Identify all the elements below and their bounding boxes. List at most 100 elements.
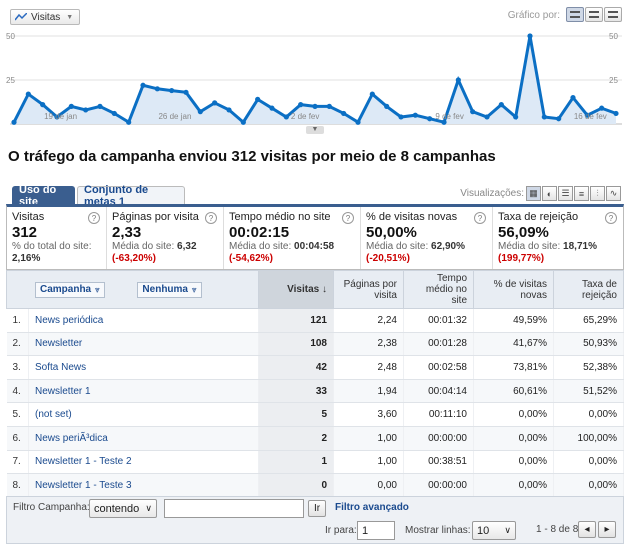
chart-point[interactable] xyxy=(312,103,318,109)
chart-point[interactable] xyxy=(398,114,404,120)
chart-point[interactable] xyxy=(455,77,461,83)
summary-metrics: Visitas 312 % do total do site: 2,16% ? … xyxy=(6,204,624,270)
chart-point[interactable] xyxy=(255,96,261,102)
campaign-link[interactable]: News periódica xyxy=(28,308,259,333)
chart-point[interactable] xyxy=(83,107,89,113)
chart-point[interactable] xyxy=(513,114,519,120)
cell-t: 00:11:10 xyxy=(403,402,474,427)
cell-p: 1,00 xyxy=(333,426,404,451)
chart-point[interactable] xyxy=(97,103,103,109)
chart-point[interactable] xyxy=(470,109,476,115)
campaign-link[interactable]: Newsletter 1 xyxy=(28,379,259,404)
help-icon[interactable]: ? xyxy=(205,212,217,224)
pie-view-button[interactable]: ◐ xyxy=(542,186,557,201)
chart-point[interactable] xyxy=(25,91,31,97)
cell-nv: 0,00% xyxy=(473,473,554,498)
chart-point[interactable] xyxy=(326,103,332,109)
prev-page-button[interactable]: ◂ xyxy=(578,521,596,538)
chart-point[interactable] xyxy=(183,89,189,95)
help-icon[interactable]: ? xyxy=(605,212,617,224)
chart-resize-handle[interactable]: ▼ xyxy=(306,126,324,134)
chart-point[interactable] xyxy=(427,116,433,122)
pivot-view-button[interactable]: ⫶ xyxy=(590,186,605,201)
campaign-link[interactable]: News periÃ³dica xyxy=(28,426,259,451)
chart-point[interactable] xyxy=(283,114,289,120)
filter-input[interactable] xyxy=(164,499,304,518)
chart-point[interactable] xyxy=(498,102,504,108)
chart-point[interactable] xyxy=(369,91,375,97)
chart-point[interactable] xyxy=(212,100,218,106)
goto-page-input[interactable]: 1 xyxy=(357,521,395,540)
tab-goal-set-1[interactable]: Conjunto de metas 1 xyxy=(77,184,185,208)
chart-point[interactable] xyxy=(412,112,418,118)
cell-nv: 60,61% xyxy=(473,379,554,404)
graph-by-week-button[interactable] xyxy=(585,7,603,22)
chevron-down-icon: ∨ xyxy=(504,525,511,535)
chart-point[interactable] xyxy=(126,119,132,125)
chart-point[interactable] xyxy=(68,103,74,109)
chart-point[interactable] xyxy=(140,82,146,88)
col-avg-time[interactable]: Tempo médio no site xyxy=(403,270,474,309)
advanced-filter-link[interactable]: Filtro avançado xyxy=(335,502,409,513)
row-index: 4. xyxy=(6,379,29,404)
cell-v: 1 xyxy=(258,450,334,475)
cell-p: 3,60 xyxy=(333,402,404,427)
chart-point[interactable] xyxy=(40,102,46,108)
graph-by-label: Gráfico por: xyxy=(507,10,560,21)
chart-point[interactable] xyxy=(226,107,232,113)
chart-point[interactable] xyxy=(240,119,246,125)
compare-icon: ≡ xyxy=(578,188,585,199)
comparison-view-button[interactable]: ≡ xyxy=(574,186,589,201)
primary-dimension-select[interactable]: Campanha ⩔ xyxy=(35,281,105,298)
chart-point[interactable] xyxy=(169,87,175,94)
cell-nv: 0,00% xyxy=(473,426,554,451)
chart-point[interactable] xyxy=(527,33,533,39)
filter-go-button[interactable]: Ir xyxy=(308,500,326,517)
cell-tr: 50,93% xyxy=(553,332,624,357)
graph-by-day-button[interactable] xyxy=(566,7,584,22)
chart-point[interactable] xyxy=(613,110,619,117)
next-page-button[interactable]: ▸ xyxy=(598,521,616,538)
col-new-visits[interactable]: % de visitas novas xyxy=(473,270,554,309)
help-icon[interactable]: ? xyxy=(474,212,486,224)
show-rows-select[interactable]: 10 ∨ xyxy=(472,521,516,540)
filter-mode-select[interactable]: contendo ∨ xyxy=(89,499,157,518)
metric-select[interactable]: Visitas ▼ xyxy=(10,9,80,25)
table-row: 4. Newsletter 1 33 1,94 00:04:14 60,61% 51,52% xyxy=(6,379,624,404)
chart-point[interactable] xyxy=(355,119,361,125)
y-tick-25: 25 xyxy=(6,76,15,85)
table-row: 2. Newsletter 108 2,38 00:01:28 41,67% 50,93% xyxy=(6,332,624,357)
chart-point[interactable] xyxy=(570,95,576,101)
chevron-down-icon: ⩔ xyxy=(191,284,197,294)
col-bounce-rate[interactable]: Taxa de rejeição xyxy=(553,270,624,309)
campaign-link[interactable]: Newsletter xyxy=(28,332,259,357)
chart-point[interactable] xyxy=(599,105,605,111)
chart-point[interactable] xyxy=(111,110,117,117)
campaign-link[interactable]: Softa News xyxy=(28,355,259,380)
campaign-link[interactable]: Newsletter 1 - Teste 2 xyxy=(28,450,259,475)
campaign-link[interactable]: Newsletter 1 - Teste 3 xyxy=(28,473,259,498)
chart-point[interactable] xyxy=(154,86,160,92)
chart-point[interactable] xyxy=(384,103,390,109)
chart-point[interactable] xyxy=(484,114,490,120)
table-view-button[interactable]: ▦ xyxy=(526,186,541,201)
chart-point[interactable] xyxy=(197,109,203,115)
col-pages-per-visit[interactable]: Páginas por visita xyxy=(333,270,404,309)
sparkline-view-button[interactable]: ∿ xyxy=(606,186,621,201)
performance-view-button[interactable]: ☰ xyxy=(558,186,573,201)
help-icon[interactable]: ? xyxy=(342,212,354,224)
secondary-dimension-select[interactable]: Nenhuma ⩔ xyxy=(137,281,202,298)
campaign-link[interactable]: (not set) xyxy=(28,402,259,427)
chart-point[interactable] xyxy=(11,119,17,125)
chart-point[interactable] xyxy=(269,105,275,111)
col-visits[interactable]: Visitas ↓ xyxy=(258,270,334,309)
chart-point[interactable] xyxy=(556,116,562,122)
metric-value: 50,00% xyxy=(366,224,417,241)
chart-point[interactable] xyxy=(341,110,347,117)
chart-point[interactable] xyxy=(298,102,304,108)
tab-site-usage[interactable]: Uso do site xyxy=(12,184,75,208)
metric-diff: (-63,20%) xyxy=(112,253,156,264)
chart-point[interactable] xyxy=(541,114,547,120)
help-icon[interactable]: ? xyxy=(88,212,100,224)
graph-by-month-button[interactable] xyxy=(604,7,622,22)
